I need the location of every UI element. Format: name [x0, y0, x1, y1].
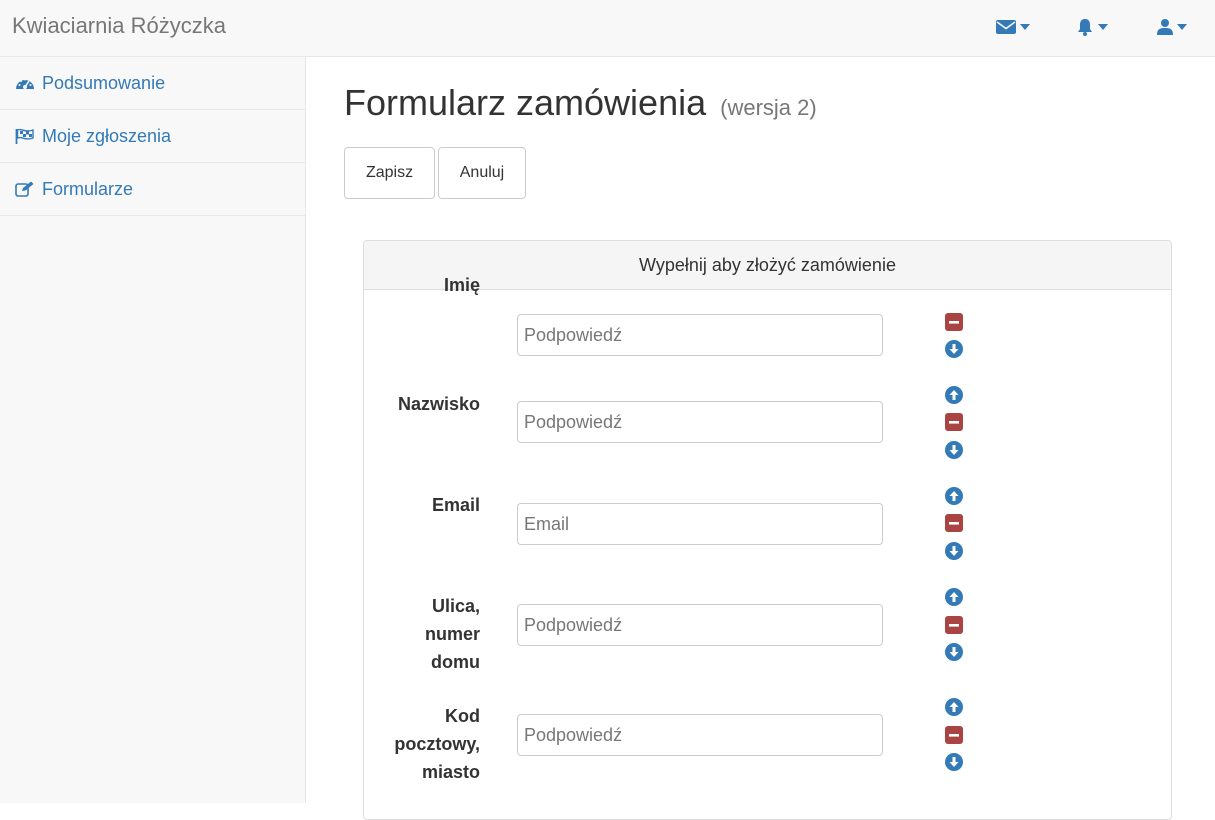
field-input-email[interactable]: [517, 503, 883, 545]
move-up-icon[interactable]: [945, 698, 963, 716]
move-down-icon[interactable]: [945, 542, 963, 560]
messages-dropdown[interactable]: [996, 16, 1030, 38]
move-down-icon[interactable]: [945, 753, 963, 771]
user-dropdown[interactable]: [1157, 16, 1187, 38]
remove-field-icon[interactable]: [945, 413, 963, 431]
caret-down-icon: [1020, 24, 1030, 30]
page-title-text: Formularz zamówienia: [344, 82, 707, 123]
move-down-icon[interactable]: [945, 340, 963, 358]
field-input-nazwisko[interactable]: [517, 401, 883, 443]
field-input-imie[interactable]: [517, 314, 883, 356]
remove-field-icon[interactable]: [945, 726, 963, 744]
sidebar: Podsumowanie Moje zgłoszenia Formularze: [0, 57, 306, 803]
sidebar-item-label: Podsumowanie: [42, 72, 166, 93]
sidebar-item-moje-zgloszenia[interactable]: Moje zgłoszenia: [0, 110, 305, 163]
move-up-icon[interactable]: [945, 588, 963, 606]
bell-icon: [1078, 19, 1092, 36]
panel-heading: Wypełnij aby złożyć zamówienie: [364, 241, 1171, 290]
sidebar-item-formularze[interactable]: Formularze: [0, 163, 305, 216]
edit-icon: [15, 181, 34, 197]
remove-field-icon[interactable]: [945, 616, 963, 634]
move-down-icon[interactable]: [945, 643, 963, 661]
field-label-imie: Imię: [443, 275, 480, 295]
cancel-button[interactable]: Anuluj: [438, 147, 526, 199]
brand-title[interactable]: Kwiaciarnia Różyczka: [12, 13, 226, 39]
top-navbar: Kwiaciarnia Różyczka: [0, 0, 1215, 57]
field-input-ulica[interactable]: [517, 604, 883, 646]
field-label-nazwisko: Nazwisko: [397, 394, 480, 414]
page-title: Formularz zamówienia (wersja 2): [344, 85, 817, 121]
envelope-icon: [996, 20, 1016, 34]
move-up-icon[interactable]: [945, 386, 963, 404]
sidebar-item-label: Formularze: [42, 178, 134, 199]
field-label-ulica: Ulica, numer domu: [424, 596, 480, 672]
dashboard-icon: [16, 78, 34, 89]
remove-field-icon[interactable]: [945, 313, 963, 331]
field-label-email: Email: [431, 495, 480, 515]
save-button[interactable]: Zapisz: [344, 147, 435, 199]
version-label: (wersja 2): [720, 95, 817, 120]
move-down-icon[interactable]: [945, 441, 963, 459]
remove-field-icon[interactable]: [945, 514, 963, 532]
caret-down-icon: [1098, 24, 1108, 30]
flag-checkered-icon: [15, 128, 34, 144]
sidebar-item-podsumowanie[interactable]: Podsumowanie: [0, 57, 305, 110]
caret-down-icon: [1177, 24, 1187, 30]
move-up-icon[interactable]: [945, 487, 963, 505]
sidebar-item-label: Moje zgłoszenia: [42, 125, 172, 146]
alerts-dropdown[interactable]: [1076, 16, 1108, 38]
order-form-panel: Wypełnij aby złożyć zamówienie Imię Nazw…: [363, 240, 1172, 820]
field-label-kod-pocztowy: Kod pocztowy, miasto: [394, 706, 480, 782]
user-icon: [1157, 19, 1173, 35]
field-input-kod-pocztowy[interactable]: [517, 714, 883, 756]
